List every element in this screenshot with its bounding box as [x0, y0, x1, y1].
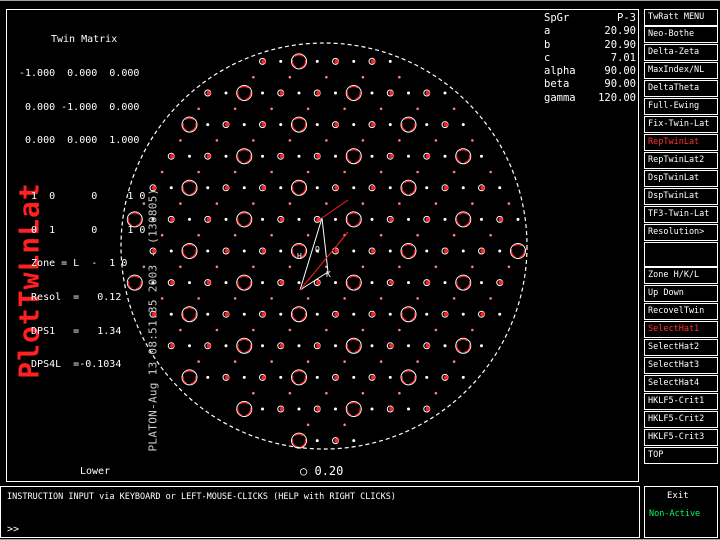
axis-q-label: Q: [315, 245, 320, 254]
axis-h-label: H: [297, 252, 302, 261]
cell-row: b 20.90: [544, 38, 636, 51]
menu-item-selecthat3[interactable]: SelectHat3: [644, 357, 718, 374]
twin-matrix-row: Resol = 0.12: [19, 292, 122, 304]
cell-row: c 7.01: [544, 51, 636, 64]
menu-item-deltatheta[interactable]: DeltaTheta: [644, 80, 718, 97]
menu-item-selecthat4[interactable]: SelectHat4: [644, 375, 718, 392]
command-prompt[interactable]: >>: [7, 524, 19, 535]
exit-button[interactable]: Exit: [667, 491, 689, 501]
cell-row: alpha 90.00: [544, 65, 636, 78]
twin-matrix-row: 1 0 0 1 0: [19, 191, 146, 203]
scale-marker-icon: ○: [300, 464, 308, 478]
twin-matrix-row: 0 1 0 1 0: [19, 224, 146, 236]
scale-value: 0.20: [314, 464, 344, 478]
exit-panel: Exit Non-Active: [644, 486, 718, 538]
menu-item-reptwinlat2[interactable]: RepTwinLat2: [644, 152, 718, 169]
instruction-bar[interactable]: INSTRUCTION INPUT via KEYBOARD or LEFT-M…: [0, 486, 640, 538]
menu-slider[interactable]: [644, 242, 718, 267]
cell-parameters: SpGr P-3 a 20.90 b 20.90 c 7.01 alpha 90.00 b…: [544, 12, 636, 105]
vertical-title: PLATON-Aug 13 08:51:35 2003 - (130805): [146, 188, 160, 452]
menu-item-delta-zeta[interactable]: Delta-Zeta: [644, 44, 718, 61]
lower-label: Lower: [80, 466, 111, 477]
cell-row: a 20.90: [544, 25, 636, 38]
axis-k-label: K: [326, 270, 331, 279]
menu-item-tf3-twin-lat[interactable]: TF3-Twin-Lat: [644, 206, 718, 223]
twin-matrix-row: Zone = L - 1 0: [19, 258, 128, 270]
menu-item-neo-bothe[interactable]: Neo-Bothe: [644, 26, 718, 43]
menu-item-reptwinlat[interactable]: RepTwinLat: [644, 134, 718, 151]
menu-item-hklf5-crit2[interactable]: HKLF5-Crit2: [644, 411, 718, 428]
menu-item-hklf5-crit3[interactable]: HKLF5-Crit3: [644, 429, 718, 446]
menu-item-top[interactable]: TOP: [644, 447, 718, 464]
twin-matrix-row: DPS4L =-0.1034: [19, 359, 122, 371]
non-active-status: Non-Active: [649, 509, 701, 519]
cell-row: SpGr P-3: [544, 12, 636, 24]
menu-item-resolution[interactable]: Resolution>: [644, 224, 718, 241]
twin-matrix-row: -1.000 0.000 0.000: [19, 68, 140, 80]
cell-row: gamma 120.00: [544, 91, 636, 104]
menu-item-dsptwinlat[interactable]: DspTwinLat: [644, 188, 718, 205]
menu-item-full-ewing[interactable]: Full-Ewing: [644, 98, 718, 115]
menu-item-up-down[interactable]: Up Down: [644, 285, 718, 302]
menu-item-dsptwinlat[interactable]: DspTwinLat: [644, 170, 718, 187]
instruction-text: INSTRUCTION INPUT via KEYBOARD or LEFT-M…: [7, 492, 396, 502]
menu-item-selecthat2[interactable]: SelectHat2: [644, 339, 718, 356]
menu-item-twratt-menu[interactable]: TwRatt MENU: [644, 9, 718, 26]
menu-item-recoveltwin[interactable]: RecovelTwin: [644, 303, 718, 320]
menu-item-fix-twin-lat[interactable]: Fix-Twin-Lat: [644, 116, 718, 133]
scale-label: ○ 0.20: [300, 464, 343, 478]
menu-item-maxindex-nl[interactable]: MaxIndex/NL: [644, 62, 718, 79]
twin-matrix-panel: Twin Matrix -1.000 0.000 0.000 0.000 -1.…: [19, 12, 145, 382]
twin-matrix-row: 0.000 -1.000 0.000: [19, 101, 140, 113]
menu-item-zone-h-k-l[interactable]: Zone H/K/L: [644, 267, 718, 284]
twin-matrix-row: 0.000 0.000 1.000: [19, 135, 140, 147]
menu-item-hklf5-crit1[interactable]: HKLF5-Crit1: [644, 393, 718, 410]
twin-matrix-title: Twin Matrix: [51, 34, 118, 46]
menu-item-selecthat1[interactable]: SelectHat1: [644, 321, 718, 338]
twin-matrix-row: DPS1 = 1.34: [19, 325, 122, 337]
cell-row: beta 90.00: [544, 78, 636, 91]
